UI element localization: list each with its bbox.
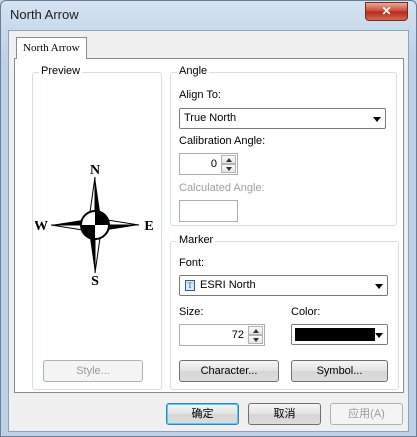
style-button[interactable]: Style... <box>43 360 143 382</box>
cancel-button[interactable]: 取消 <box>248 403 321 425</box>
calibration-angle-value: 0 <box>210 158 217 170</box>
align-to-value: True North <box>184 112 237 124</box>
preview-group: Preview N S W E Style... <box>32 65 162 390</box>
arrow-up-icon <box>253 329 259 333</box>
dialog-client-area: North Arrow Preview N S W E Style... Ang… <box>8 30 409 432</box>
truetype-font-icon: T <box>185 280 195 291</box>
chevron-down-icon <box>375 284 383 289</box>
compass-label-south: S <box>91 274 99 285</box>
spin-up-button[interactable] <box>248 326 263 335</box>
color-swatch <box>295 328 375 341</box>
chevron-down-icon <box>375 333 383 338</box>
align-to-label: Align To: <box>179 89 221 101</box>
spin-down-button[interactable] <box>248 335 263 344</box>
font-value: ESRI North <box>200 279 256 291</box>
arrow-up-icon <box>226 158 232 162</box>
compass-rose-icon <box>50 176 140 274</box>
font-label: Font: <box>179 257 205 269</box>
calibration-angle-stepper[interactable]: 0 <box>179 153 238 175</box>
tab-north-arrow[interactable]: North Arrow <box>16 37 87 59</box>
close-button[interactable]: ✕ <box>365 2 408 21</box>
size-stepper[interactable]: 72 <box>179 324 265 346</box>
preview-legend: Preview <box>39 65 83 77</box>
compass-label-east: E <box>144 219 153 234</box>
character-button[interactable]: Character... <box>179 360 279 382</box>
color-picker[interactable] <box>291 324 388 345</box>
align-to-dropdown[interactable]: True North <box>179 108 386 129</box>
font-dropdown[interactable]: T ESRI North <box>179 275 388 296</box>
compass-label-north: N <box>90 165 100 178</box>
spin-up-button[interactable] <box>221 155 236 164</box>
ok-button[interactable]: 确定 <box>166 403 239 425</box>
window-title: North Arrow <box>10 7 79 22</box>
calibration-angle-label: Calibration Angle: <box>179 135 266 147</box>
size-label: Size: <box>179 306 204 318</box>
marker-group: Marker Font: T ESRI North Size: 72 Color… <box>170 234 399 390</box>
calculated-angle-label: Calculated Angle: <box>179 182 265 194</box>
dialog-window: North Arrow ✕ North Arrow Preview N S W … <box>0 0 417 437</box>
color-label: Color: <box>291 306 321 318</box>
arrow-down-icon <box>226 167 232 171</box>
angle-group: Angle Align To: True North Calibration A… <box>170 65 397 226</box>
compass-label-west: W <box>35 219 48 234</box>
spin-down-button[interactable] <box>221 164 236 173</box>
close-icon: ✕ <box>381 4 392 18</box>
title-bar[interactable]: North Arrow ✕ <box>1 1 416 29</box>
angle-legend: Angle <box>177 65 210 77</box>
north-arrow-preview: N S W E <box>35 165 154 285</box>
tab-page: Preview N S W E Style... Angle Align To:… <box>14 58 404 393</box>
apply-button[interactable]: 应用(A) <box>330 403 403 425</box>
arrow-down-icon <box>253 338 259 342</box>
size-value: 72 <box>231 329 244 341</box>
marker-legend: Marker <box>177 234 216 246</box>
chevron-down-icon <box>373 117 381 122</box>
symbol-button[interactable]: Symbol... <box>291 360 388 382</box>
calculated-angle-field <box>179 200 238 222</box>
